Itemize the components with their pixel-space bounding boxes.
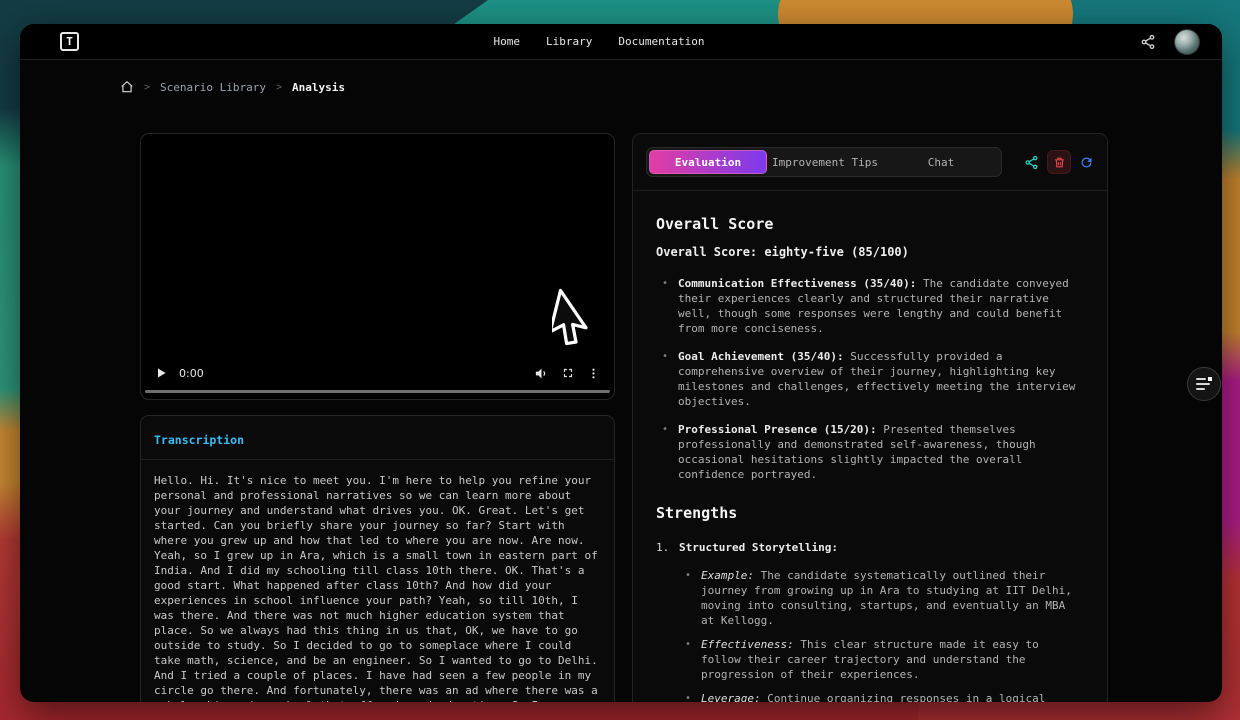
video-seekbar[interactable] [145, 390, 610, 393]
bullet-lead: Communication Effectiveness (35/40): [678, 277, 916, 290]
share-icon[interactable] [1140, 34, 1156, 50]
strength-number: 1. [656, 540, 679, 555]
fullscreen-icon[interactable] [561, 366, 575, 380]
tab-chat[interactable]: Chat [883, 150, 999, 174]
panel-actions [1024, 150, 1094, 174]
list-item: Leverage: Continue organizing responses … [679, 691, 1079, 702]
breadcrumb-separator: > [144, 82, 150, 93]
transcription-header: Transcription [141, 416, 614, 460]
strength-points: Example: The candidate systematically ou… [679, 568, 1079, 702]
refresh-icon[interactable] [1079, 155, 1094, 170]
breadcrumb-separator: > [276, 82, 282, 93]
point-lead: Leverage: [701, 692, 761, 702]
overall-score-heading: Overall Score [656, 217, 1079, 232]
transcription-text: Hello. Hi. It's nice to meet you. I'm he… [141, 460, 614, 702]
more-options-icon[interactable] [587, 367, 600, 380]
app-logo[interactable]: T [60, 32, 79, 51]
navbar-right [1140, 29, 1200, 55]
nav-item-documentation[interactable]: Documentation [618, 35, 704, 48]
list-item: Communication Effectiveness (35/40): The… [656, 276, 1079, 336]
breadcrumb-analysis: Analysis [292, 81, 345, 94]
list-item: Goal Achievement (35/40): Successfully p… [656, 349, 1079, 409]
nav-links: Home Library Documentation [494, 35, 705, 48]
list-item: Effectiveness: This clear structure made… [679, 637, 1079, 682]
video-controls: 0:00 [141, 360, 614, 386]
play-icon[interactable] [155, 367, 167, 379]
tab-evaluation[interactable]: Evaluation [649, 150, 767, 174]
strength-title: Structured Storytelling: [679, 540, 838, 555]
point-lead: Effectiveness: [701, 638, 794, 651]
score-bullet-list: Communication Effectiveness (35/40): The… [656, 276, 1079, 482]
top-navbar: T Home Library Documentation [20, 24, 1222, 60]
overall-score-value: Overall Score: eighty-five (85/100) [656, 245, 1079, 260]
bullet-lead: Goal Achievement (35/40): [678, 350, 844, 363]
point-lead: Example: [701, 569, 754, 582]
video-player[interactable]: 0:00 [140, 133, 615, 400]
transcription-card: Transcription Hello. Hi. It's nice to me… [140, 415, 615, 702]
user-avatar[interactable] [1174, 29, 1200, 55]
transcription-title: Transcription [154, 433, 244, 447]
volume-icon[interactable] [534, 366, 549, 381]
home-icon[interactable] [120, 80, 134, 94]
list-item: Professional Presence (15/20): Presented… [656, 422, 1079, 482]
breadcrumb-scenario-library[interactable]: Scenario Library [160, 81, 266, 94]
panel-tabbar: Evaluation Improvement Tips Chat [646, 147, 1002, 177]
nav-item-library[interactable]: Library [546, 35, 592, 48]
app-window: T Home Library Documentation > Scenario … [20, 24, 1222, 702]
trash-icon[interactable] [1047, 150, 1071, 174]
list-edit-icon [1196, 378, 1212, 390]
breadcrumb: > Scenario Library > Analysis [120, 80, 345, 94]
analysis-panel: Evaluation Improvement Tips Chat [632, 133, 1108, 702]
point-text: The candidate systematically outlined th… [701, 569, 1072, 627]
video-current-time: 0:00 [179, 367, 204, 380]
nav-item-home[interactable]: Home [494, 35, 521, 48]
panel-toggle-button[interactable] [1187, 367, 1221, 401]
panel-header: Evaluation Improvement Tips Chat [633, 134, 1107, 191]
strengths-heading: Strengths [656, 506, 1079, 521]
strength-item: 1. Structured Storytelling: [656, 540, 1079, 555]
bullet-lead: Professional Presence (15/20): [678, 423, 877, 436]
tab-improvement-tips[interactable]: Improvement Tips [767, 150, 883, 174]
share-icon[interactable] [1024, 155, 1039, 170]
evaluation-content: Overall Score Overall Score: eighty-five… [633, 191, 1107, 702]
list-item: Example: The candidate systematically ou… [679, 568, 1079, 628]
